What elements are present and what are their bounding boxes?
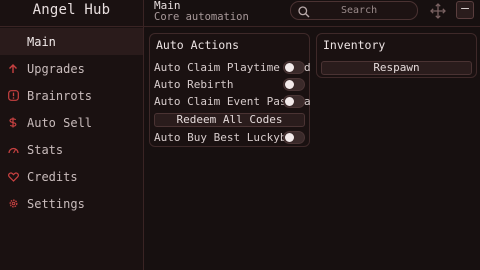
respawn-button[interactable]: Respawn <box>321 61 472 75</box>
row-label-overflow: d <box>304 61 311 76</box>
toggle-knob <box>285 133 294 142</box>
sidebar-item-label: Brainrots <box>27 88 93 103</box>
row-label-overflow: a <box>304 95 311 110</box>
sidebar-item-stats[interactable]: Stats <box>0 136 143 163</box>
alert-icon <box>7 90 19 102</box>
search-input[interactable]: Search <box>290 1 418 20</box>
row-label: Auto Buy Best Luckyblo <box>154 131 300 144</box>
sidebar-item-auto-sell[interactable]: Auto Sell <box>0 109 143 136</box>
redeem-all-codes-button[interactable]: Redeem All Codes <box>154 113 305 127</box>
sidebar-item-credits[interactable]: Credits <box>0 163 143 190</box>
auto-claim-playtime-toggle[interactable] <box>283 61 305 74</box>
minimize-button[interactable]: – <box>456 1 474 19</box>
search-icon <box>297 4 311 18</box>
sidebar-item-label: Main <box>27 34 56 49</box>
sidebar-item-label: Credits <box>27 169 78 184</box>
row-label-suffix: a <box>304 95 311 108</box>
auto-actions-panel: Auto Actions Auto Claim Playtime Re d Au… <box>149 33 311 147</box>
move-handle-icon[interactable] <box>429 2 447 20</box>
search-placeholder: Search <box>341 5 378 16</box>
auto-rebirth-toggle[interactable] <box>283 78 305 91</box>
dollar-icon <box>7 117 19 129</box>
heart-icon <box>7 171 19 183</box>
row-label: Auto Claim Event Pass <box>154 95 294 108</box>
inventory-panel: Inventory Respawn <box>316 33 477 78</box>
arrow-up-icon <box>7 63 19 75</box>
sidebar-divider <box>0 26 143 27</box>
sidebar-item-upgrades[interactable]: Upgrades <box>0 55 143 82</box>
row-label: Auto Rebirth <box>154 78 234 91</box>
toggle-knob <box>285 97 294 106</box>
blank-icon <box>7 36 19 48</box>
panel-title: Auto Actions <box>156 38 240 52</box>
sidebar-item-brainrots[interactable]: Brainrots <box>0 82 143 109</box>
sidebar-item-label: Upgrades <box>27 61 85 76</box>
header: Main Core automation Search – <box>144 0 480 26</box>
sidebar-item-main[interactable]: Main <box>0 28 143 55</box>
auto-buy-luckyblock-toggle[interactable] <box>283 131 305 144</box>
sidebar-item-settings[interactable]: Settings <box>0 190 143 217</box>
app-title: Angel Hub <box>32 2 111 18</box>
row-label-suffix: d <box>304 61 311 74</box>
toggle-knob <box>285 63 294 72</box>
toggle-knob <box>285 80 294 89</box>
sidebar-item-label: Stats <box>27 142 64 157</box>
gear-icon <box>7 198 19 210</box>
sidebar-item-label: Settings <box>27 196 85 211</box>
page-subtitle: Core automation <box>154 11 249 23</box>
row-label: Auto Claim Playtime Re <box>154 61 300 74</box>
auto-rebirth-row: Auto Rebirth <box>154 78 233 93</box>
sidebar-item-label: Auto Sell <box>27 115 93 130</box>
auto-buy-luckyblock-row: Auto Buy Best Luckyblo <box>154 131 300 146</box>
gauge-icon <box>7 144 19 156</box>
auto-claim-playtime-row: Auto Claim Playtime Re <box>154 61 300 76</box>
auto-claim-event-pass-toggle[interactable] <box>283 95 305 108</box>
sidebar: Angel Hub Main Upgrades Brainrots Auto S… <box>0 0 144 270</box>
auto-claim-event-pass-row: Auto Claim Event Pass <box>154 95 293 110</box>
panel-title: Inventory <box>323 38 386 52</box>
sidebar-nav: Main Upgrades Brainrots Auto Sell Stats <box>0 28 143 217</box>
header-divider <box>144 26 480 27</box>
